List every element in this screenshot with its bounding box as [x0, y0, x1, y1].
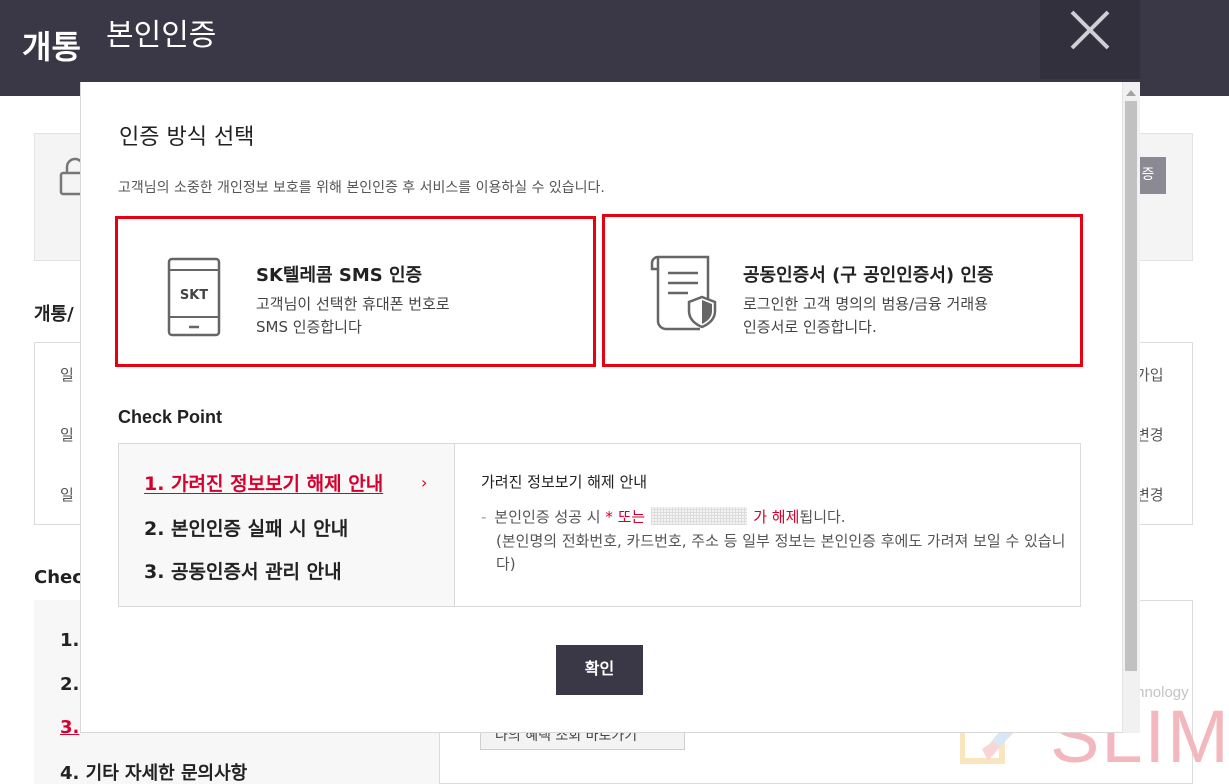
checkpoint-title: Check Point: [118, 407, 223, 427]
list-item: 일: [60, 366, 74, 384]
checkpoint-item[interactable]: 3.: [60, 717, 79, 738]
list-item-action[interactable]: 변경: [1136, 424, 1164, 445]
masked-info-icon: [651, 507, 748, 525]
checkpoint-item[interactable]: 4. 기타 자세한 문의사항: [60, 759, 247, 784]
detail-highlight: 가 해제: [753, 508, 800, 526]
certificate-icon: [650, 255, 717, 331]
skt-phone-icon: SKT: [167, 257, 221, 337]
modal-title: 본인인증: [106, 18, 217, 53]
option-desc-line1: 고객님이 선택한 휴대폰 번호로: [256, 295, 450, 313]
option-desc-line2: SMS 인증합니다: [256, 318, 362, 336]
detail-highlight: * 또는: [605, 508, 646, 526]
auth-method-description: 고객님의 소중한 개인정보 보호를 위해 본인인증 후 서비스를 이용하실 수 …: [118, 180, 605, 196]
checkpoint-item-certificate-management[interactable]: 3. 공동인증서 관리 안내: [144, 557, 342, 584]
checkpoint-item-auth-failure[interactable]: 2. 본인인증 실패 시 안내: [144, 514, 348, 541]
modal-header: [80, 0, 1140, 82]
detail-text: 됩니다.: [799, 508, 846, 526]
bullet-dash: -: [481, 508, 487, 526]
auth-method-title: 인증 방식 선택: [119, 125, 255, 150]
close-button[interactable]: [1040, 0, 1140, 79]
detail-text: 본인인증 성공 시: [494, 508, 601, 526]
checkpoint-detail-line: - 본인인증 성공 시 * 또는 가 해제됩니다.: [481, 506, 846, 527]
list-item-action[interactable]: 변경: [1136, 484, 1164, 505]
option-desc-line1: 로그인한 고객 명의의 범용/금융 거래용: [743, 295, 988, 313]
list-item-action[interactable]: 가입: [1136, 364, 1164, 385]
close-icon: [1070, 10, 1110, 50]
chevron-right-icon: ›: [421, 473, 428, 492]
option-desc-line2: 인증서로 인증합니다.: [743, 318, 877, 336]
checkpoint-item-masked-info[interactable]: 1. 가려진 정보보기 해제 안내: [144, 469, 383, 496]
checkpoint-detail-title: 가려진 정보보기 해제 안내: [481, 473, 648, 491]
scroll-up-arrow-icon[interactable]: [1126, 90, 1136, 96]
page-title: 개통: [22, 28, 81, 66]
checkpoint-item[interactable]: 1.: [60, 630, 79, 651]
list-item: 일: [60, 426, 74, 444]
sms-auth-option[interactable]: SKT SK텔레콤 SMS 인증 고객님이 선택한 휴대폰 번호로 SMS 인증…: [115, 216, 596, 367]
section-title: 개통/: [34, 304, 74, 325]
certificate-auth-option[interactable]: 공동인증서 (구 공인인증서) 인증 로그인한 고객 명의의 범용/금융 거래용…: [602, 214, 1083, 367]
skt-label: SKT: [180, 288, 208, 303]
list-item: 일: [60, 486, 74, 504]
confirm-button[interactable]: 확인: [556, 645, 643, 695]
checkpoint-detail-note: (본인명의 전화번호, 카드번호, 주소 등 일부 정보는 본인인증 후에도 가…: [496, 532, 1066, 573]
option-title: 공동인증서 (구 공인인증서) 인증: [743, 265, 994, 286]
checkpoint-item[interactable]: 2.: [60, 674, 79, 695]
option-title: SK텔레콤 SMS 인증: [256, 265, 423, 286]
scrollbar-thumb[interactable]: [1125, 101, 1137, 671]
